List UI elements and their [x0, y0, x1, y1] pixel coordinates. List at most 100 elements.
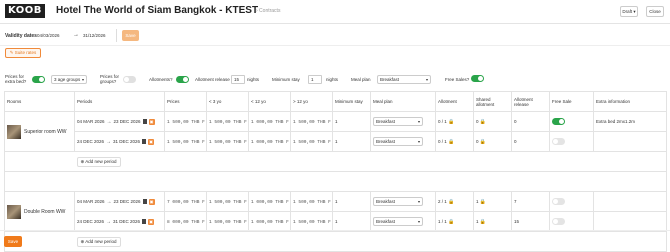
shared-allotment-cell[interactable]: 1 🔒 [473, 191, 512, 212]
calendar-icon[interactable]: ▣ [148, 198, 155, 205]
price-value[interactable]: 1 500,00 THB F [293, 140, 331, 145]
calendar-icon[interactable]: ▣ [148, 118, 155, 125]
free-sale-toggle[interactable] [552, 218, 565, 225]
min-stay-value[interactable]: 1 [335, 219, 338, 224]
price-value[interactable]: 8 000,00 THB F [167, 220, 205, 225]
release-value[interactable]: 0 [514, 119, 517, 124]
extra-info-value[interactable]: Extra bed 2mx1.2m [596, 119, 635, 124]
age-groups-select[interactable]: 3 age groups ▾ [51, 75, 87, 84]
lock-icon[interactable]: 🔒 [480, 219, 486, 225]
period-from[interactable]: 04 MAR 2026 [77, 119, 105, 124]
price-value[interactable]: 1 500,00 THB F [167, 140, 205, 145]
release-cell[interactable]: 0 [511, 111, 550, 132]
allotment-cell[interactable]: 1 / 1 🔒 [435, 211, 474, 232]
release-cell[interactable]: 7 [511, 191, 550, 212]
shared-allotment-cell[interactable]: 1 🔒 [473, 211, 512, 232]
shared-allotment-value[interactable]: 1 [476, 199, 479, 204]
allotment-value[interactable]: 2 / 1 [438, 199, 447, 204]
lock-icon[interactable]: 🔒 [480, 119, 486, 125]
allotment-value[interactable]: 0 / 1 [438, 139, 447, 144]
validity-from-input[interactable]: 04/03/2026 [37, 31, 60, 40]
lock-icon[interactable]: 🔒 [448, 199, 454, 205]
shared-allotment-value[interactable]: 1 [476, 219, 479, 224]
calendar-icon[interactable]: ▣ [148, 138, 155, 145]
price-value[interactable]: 1 500,00 THB F [293, 120, 331, 125]
min-stay-cell[interactable]: 1 [332, 211, 371, 232]
release-value[interactable]: 15 [514, 219, 519, 224]
trash-icon[interactable] [142, 119, 147, 124]
validity-save-button[interactable]: Save [122, 30, 139, 41]
validity-to-input[interactable]: 31/12/2026 [83, 31, 106, 40]
price-value[interactable]: 1 000,00 THB F [251, 140, 289, 145]
extra-info-cell[interactable] [593, 211, 667, 232]
price-cell[interactable]: 1 500,00 THB F [206, 211, 249, 232]
min-stay-value[interactable]: 1 [335, 139, 338, 144]
min-stay-value[interactable]: 1 [335, 119, 338, 124]
free-sale-toggle[interactable] [552, 198, 565, 205]
allotment-cell[interactable]: 0 / 1 🔒 [435, 111, 474, 132]
meal-plan-select[interactable]: Breakfast ▾ [377, 75, 431, 84]
period-from[interactable]: 04 MAR 2026 [77, 199, 105, 204]
lock-icon[interactable]: 🔒 [448, 119, 454, 125]
price-cell[interactable]: 1 500,00 THB F [164, 111, 207, 132]
price-cell[interactable]: 1 000,00 THB F [248, 131, 291, 152]
minimum-stay-input[interactable]: 1 [308, 75, 322, 84]
extra-bed-toggle[interactable] [32, 76, 45, 83]
price-cell[interactable]: 1 500,00 THB F [290, 131, 333, 152]
price-value[interactable]: 1 000,00 THB F [251, 120, 289, 125]
price-value[interactable]: 1 500,00 THB F [209, 140, 247, 145]
extra-info-cell[interactable] [593, 131, 667, 152]
min-stay-cell[interactable]: 1 [332, 131, 371, 152]
lock-icon[interactable]: 🔒 [448, 139, 454, 145]
price-value[interactable]: 1 500,00 THB F [293, 220, 331, 225]
free-sales-toggle[interactable] [471, 75, 484, 82]
min-stay-value[interactable]: 1 [335, 199, 338, 204]
period-to[interactable]: 23 DEC 2026 [114, 199, 141, 204]
price-cell[interactable]: 1 500,00 THB F [290, 111, 333, 132]
shared-allotment-cell[interactable]: 0 🔒 [473, 111, 512, 132]
price-cell[interactable]: 1 500,00 THB F [206, 111, 249, 132]
trash-icon[interactable] [142, 219, 147, 224]
price-value[interactable]: 1 500,00 THB F [209, 120, 247, 125]
min-stay-cell[interactable]: 1 [332, 111, 371, 132]
lock-icon[interactable]: 🔒 [480, 139, 486, 145]
allotment-value[interactable]: 0 / 1 [438, 119, 447, 124]
lock-icon[interactable]: 🔒 [448, 219, 454, 225]
period-from[interactable]: 24 DEC 2026 [77, 219, 104, 224]
release-value[interactable]: 0 [514, 139, 517, 144]
shared-allotment-value[interactable]: 0 [476, 139, 479, 144]
meal-plan-select[interactable]: Breakfast ▾ [373, 137, 423, 146]
free-sale-toggle[interactable] [552, 138, 565, 145]
price-value[interactable]: 7 000,00 THB F [167, 200, 205, 205]
add-period-button[interactable]: ⊕ Add new period [76, 156, 121, 167]
breadcrumb[interactable]: › Contracts [256, 8, 280, 14]
suite-rates-button[interactable]: ✎ Suite rates [5, 48, 41, 58]
price-cell[interactable]: 1 000,00 THB F [248, 111, 291, 132]
release-cell[interactable]: 0 [511, 131, 550, 152]
min-stay-cell[interactable]: 1 [332, 191, 371, 212]
save-button[interactable]: Save [4, 236, 22, 247]
price-value[interactable]: 1 500,00 THB F [209, 220, 247, 225]
meal-plan-select[interactable]: Breakfast ▾ [373, 197, 423, 206]
allotment-cell[interactable]: 2 / 1 🔒 [435, 191, 474, 212]
price-value[interactable]: 1 500,00 THB F [293, 200, 331, 205]
allotment-value[interactable]: 1 / 1 [438, 219, 447, 224]
trash-icon[interactable] [142, 139, 147, 144]
price-cell[interactable]: 8 000,00 THB F [164, 211, 207, 232]
price-cell[interactable]: 7 000,00 THB F [164, 191, 207, 212]
meal-plan-select[interactable]: Breakfast ▾ [373, 217, 423, 226]
price-value[interactable]: 1 500,00 THB F [167, 120, 205, 125]
price-cell[interactable]: 1 500,00 THB F [290, 211, 333, 232]
period-from[interactable]: 24 DEC 2026 [77, 139, 104, 144]
extra-info-cell[interactable]: Extra bed 2mx1.2m [593, 111, 667, 132]
period-to[interactable]: 31 DEC 2026 [113, 219, 140, 224]
price-cell[interactable]: 1 500,00 THB F [164, 131, 207, 152]
meal-plan-select[interactable]: Breakfast ▾ [373, 117, 423, 126]
allotment-release-input[interactable]: 15 [231, 75, 245, 84]
add-period-button[interactable]: ⊕ Add new period [76, 236, 121, 247]
price-cell[interactable]: 1 000,00 THB F [248, 211, 291, 232]
price-value[interactable]: 1 000,00 THB F [251, 220, 289, 225]
lock-icon[interactable]: 🔒 [480, 199, 486, 205]
trash-icon[interactable] [142, 199, 147, 204]
allotment-cell[interactable]: 0 / 1 🔒 [435, 131, 474, 152]
